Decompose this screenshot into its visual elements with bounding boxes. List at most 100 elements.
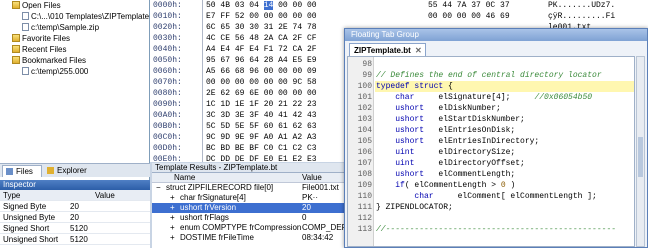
inspector-row[interactable]: Unsigned Byte 20	[0, 212, 150, 223]
hex-byte[interactable]: 9C	[206, 133, 216, 142]
bookmarked-file-item[interactable]: c:\temp\255.000	[0, 66, 149, 77]
code-line[interactable]: char elComment[ elCommentLength ];	[376, 191, 596, 202]
hex-byte[interactable]: 62	[220, 89, 230, 98]
expand-icon[interactable]: +	[170, 233, 175, 243]
hex-bytes[interactable]: 00 00 00 00 46 69	[428, 11, 510, 22]
hex-bytes[interactable]: 00 00 00 00 00 00 9C 58	[206, 77, 317, 88]
hex-byte[interactable]: 00	[278, 78, 288, 87]
hex-byte[interactable]: 3F	[249, 111, 259, 120]
hex-row[interactable]: 0070h: 00 00 00 00 00 00 9C 58	[150, 77, 372, 88]
hex-byte[interactable]: 00	[293, 12, 303, 21]
hex-byte[interactable]: 2A	[264, 34, 274, 43]
hex-byte[interactable]: 2F	[307, 45, 317, 54]
open-file-item[interactable]: c:\temp\Sample.zip	[0, 22, 149, 33]
hex-byte[interactable]: 04	[249, 1, 259, 10]
hex-byte[interactable]: 40	[264, 111, 274, 120]
hex-bytes[interactable]: 5C 5D 5E 5F 60 61 62 63	[206, 121, 317, 132]
hex-byte[interactable]: 28	[264, 56, 274, 65]
inspector-row[interactable]: Signed Byte 20	[0, 201, 150, 212]
selected-byte[interactable]: 14	[263, 1, 274, 10]
tab-ziptemplate[interactable]: ZIPTemplate.bt ✕	[349, 43, 426, 56]
hex-byte[interactable]: 3D	[220, 111, 230, 120]
hex-byte[interactable]: 56	[235, 34, 245, 43]
hex-byte[interactable]: 23	[307, 100, 317, 109]
hex-row[interactable]: 00C0h: 9C 9D 9E 9F A0 A1 A2 A3	[150, 132, 372, 143]
hex-byte[interactable]: 69	[235, 89, 245, 98]
hex-byte[interactable]: 41	[278, 111, 288, 120]
expand-icon[interactable]: +	[170, 213, 175, 223]
hex-byte[interactable]: 1F	[249, 100, 259, 109]
hex-byte[interactable]: 5F	[249, 122, 259, 131]
hex-byte[interactable]: 72	[278, 45, 288, 54]
hex-byte[interactable]: 22	[293, 100, 303, 109]
expand-icon[interactable]: +	[170, 203, 175, 213]
template-result-row[interactable]: − struct ZIPFILERECORD file[0] File001.txt	[152, 183, 372, 193]
code-editor[interactable]: 98 99 // Defines the end of central direct…	[347, 56, 635, 247]
hex-byte[interactable]: A2	[293, 133, 303, 142]
hex-byte[interactable]: 00	[293, 67, 303, 76]
template-result-row[interactable]: + DOSTIME frFileTime 08:34:42	[152, 233, 372, 243]
hex-byte[interactable]: 00	[264, 67, 274, 76]
hex-row-right[interactable]: 55 44 7A 37 0C 37 PK.......UDz7.	[372, 0, 648, 11]
hex-byte[interactable]: 5D	[220, 122, 230, 131]
hex-byte[interactable]: 74	[293, 23, 303, 32]
favorite-files-header[interactable]: Favorite Files	[0, 33, 149, 44]
hex-byte[interactable]: 66	[220, 67, 230, 76]
hex-byte[interactable]: BE	[235, 144, 245, 153]
code-line[interactable]: ushort elEntriesOnDisk;	[376, 125, 515, 136]
ascii-text[interactable]: PK.......UDz7.	[548, 0, 615, 11]
hex-byte[interactable]: 00	[278, 89, 288, 98]
hex-byte[interactable]: 67	[220, 56, 230, 65]
expand-icon[interactable]: +	[170, 223, 175, 233]
hex-byte[interactable]: C1	[278, 144, 288, 153]
hex-byte[interactable]: 78	[307, 23, 317, 32]
hex-byte[interactable]: 00	[278, 12, 288, 21]
inspector-row[interactable]: Signed Short 5120	[0, 223, 150, 234]
template-result-row[interactable]: + ushort frFlags 0	[152, 213, 372, 223]
hex-byte[interactable]: 00	[278, 67, 288, 76]
hex-bytes[interactable]: 1C 1D 1E 1F 20 21 22 23	[206, 99, 317, 110]
code-line[interactable]: // Defines the end of central directory …	[376, 70, 602, 81]
hex-byte[interactable]: 3E	[235, 111, 245, 120]
hex-bytes[interactable]: 9C 9D 9E 9F A0 A1 A2 A3	[206, 132, 317, 143]
hex-byte[interactable]: 00	[278, 1, 288, 10]
hex-byte[interactable]: A3	[307, 133, 317, 142]
template-result-row[interactable]: + ushort frVersion 20	[152, 203, 372, 213]
hex-byte[interactable]: 09	[307, 67, 317, 76]
hex-byte[interactable]: CA	[293, 45, 303, 54]
hex-row[interactable]: 0060h: A5 66 68 96 00 00 00 09	[150, 66, 372, 77]
hex-byte[interactable]: BF	[249, 144, 259, 153]
hex-byte[interactable]: 00	[249, 78, 259, 87]
hex-byte[interactable]: 00	[307, 89, 317, 98]
hex-row[interactable]: 0000h: 50 4B 03 04 14 00 00 00	[150, 0, 372, 11]
hex-bytes[interactable]: BC BD BE BF C0 C1 C2 C3	[206, 143, 317, 154]
hex-row[interactable]: 0080h: 2E 62 69 6E 00 00 00 00	[150, 88, 372, 99]
code-line[interactable]: ushort elDiskNumber;	[376, 103, 501, 114]
hex-row[interactable]: 0010h: E7 FF 52 00 00 00 00 00	[150, 11, 372, 22]
hex-byte[interactable]: 58	[307, 78, 317, 87]
collapse-icon[interactable]: −	[156, 183, 161, 193]
hex-byte[interactable]: 6C	[206, 23, 216, 32]
code-line[interactable]: ushort elEntriesInDirectory;	[376, 136, 539, 147]
hex-byte[interactable]: 00	[307, 12, 317, 21]
hex-byte[interactable]: A4	[278, 56, 288, 65]
hex-byte[interactable]: 2E	[206, 89, 216, 98]
editor-scrollbar[interactable]	[636, 56, 645, 247]
open-files-header[interactable]: Open Files	[0, 0, 149, 11]
hex-byte[interactable]: 00	[264, 89, 274, 98]
hex-row-right[interactable]: 00 00 00 00 46 69 çÿR.........Fi	[372, 11, 648, 22]
code-line[interactable]: //--------------------------------------…	[376, 224, 616, 235]
tab-explorer[interactable]: Explorer	[44, 165, 94, 177]
hex-byte[interactable]: 2F	[293, 34, 303, 43]
hex-byte[interactable]: 00	[206, 78, 216, 87]
hex-byte[interactable]: 61	[278, 122, 288, 131]
hex-byte[interactable]: 21	[278, 100, 288, 109]
hex-byte[interactable]: A4	[206, 45, 216, 54]
hex-byte[interactable]: E7	[206, 12, 216, 21]
hex-editor-view[interactable]: 0000h: 50 4B 03 04 14 00 00 00 0010h: E7 FF…	[150, 0, 372, 164]
hex-byte[interactable]: 5C	[206, 122, 216, 131]
hex-byte[interactable]: 00	[264, 12, 274, 21]
hex-byte[interactable]: E4	[220, 45, 230, 54]
hex-byte[interactable]: 00	[293, 89, 303, 98]
hex-bytes[interactable]: A4 E4 4F E4 F1 72 CA 2F	[206, 44, 317, 55]
